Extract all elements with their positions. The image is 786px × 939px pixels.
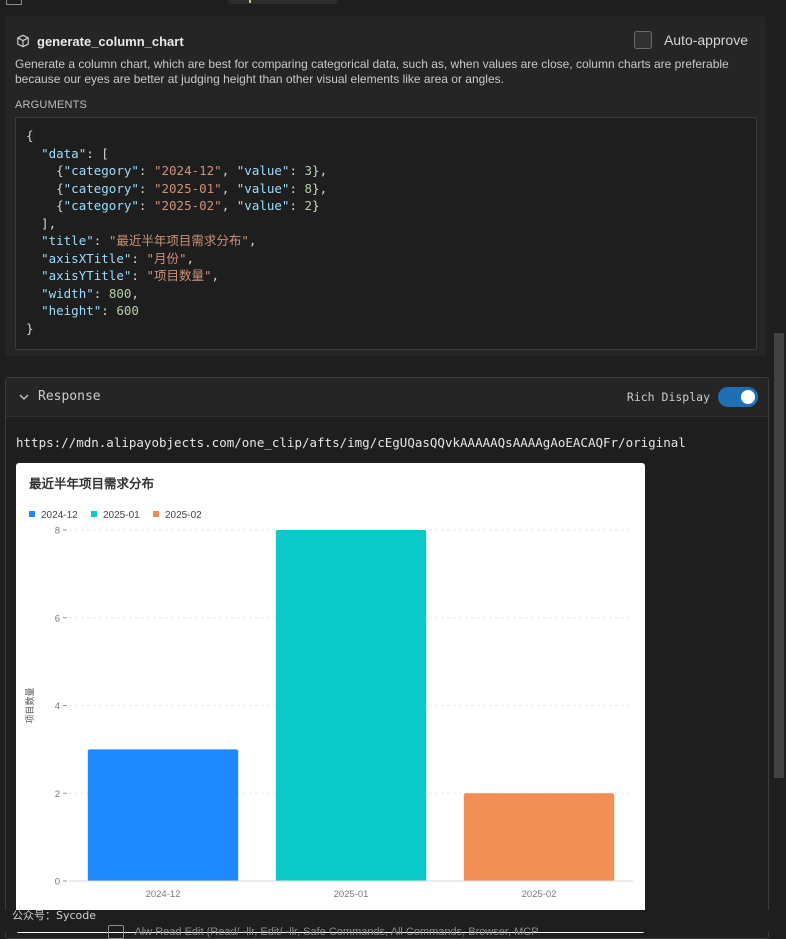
legend-marker [91,511,97,517]
bottom-toolbar-text: Alw Read Edit (Read/ -llr, Edit/ -llr, S… [100,925,539,939]
legend-label: 2024-12 [41,510,78,521]
response-header[interactable]: Response Rich Display [6,378,768,417]
y-tick-label: 8 [55,526,60,537]
legend-marker [29,511,35,517]
arguments-label: ARGUMENTS [15,99,88,111]
y-tick-label: 6 [55,613,60,624]
checkbox-icon[interactable] [108,925,124,939]
chart-image: 最近半年项目需求分布 2024-12 2025-01 2025-02 0 2 4 6 8 项目数量… [16,463,645,933]
arguments-code-block: { "data": [ {"category": "2024-12", "val… [15,117,757,350]
rich-display-label: Rich Display [626,390,710,404]
watermark-text: 公众号：Sycode [12,909,97,922]
y-tick-label: 0 [55,877,60,888]
y-tick-label: 4 [55,701,60,712]
panel-icon [6,0,22,5]
x-tick-label: 2025-02 [522,889,557,900]
bar [463,793,615,881]
rich-display-toggle[interactable] [718,387,758,407]
legend-marker [153,511,159,517]
x-tick-label: 2025-01 [334,889,369,900]
response-title[interactable]: Response [38,389,101,404]
x-tick-label: 2024-12 [146,889,181,900]
tool-name: generate_column_chart [37,33,184,49]
tool-description: Generate a column chart, which are best … [15,57,729,86]
arguments-json: { "data": [ {"category": "2024-12", "val… [26,128,328,336]
scrollbar-track[interactable] [772,0,786,932]
chart-title: 最近半年项目需求分布 [29,476,155,491]
legend-label: 2025-02 [165,510,202,521]
tool-header: generate_column_chart [16,32,184,50]
top-tab-strip [0,0,786,8]
scrollbar-thumb[interactable] [774,333,784,778]
y-axis-title: 项目数量 [24,687,35,723]
legend-label: 2025-01 [103,510,140,521]
cube-icon [17,34,29,48]
input-stub[interactable] [228,0,338,4]
bar [275,530,427,881]
response-card: Response Rich Display https://mdn.alipay… [5,377,769,939]
y-tick-label: 2 [55,789,60,800]
bar [87,749,239,881]
auto-approve-checkbox[interactable] [633,31,652,49]
tool-card: generate_column_chart Auto-approve Gener… [6,16,766,356]
response-url[interactable]: https://mdn.alipayobjects.com/one_clip/a… [16,435,686,450]
column-chart: 最近半年项目需求分布 2024-12 2025-01 2025-02 0 2 4 6 8 项目数量… [24,476,633,900]
chevron-down-icon[interactable] [18,391,30,403]
auto-approve-control[interactable]: Auto-approve [633,31,748,49]
toggle-knob [741,390,755,404]
auto-approve-label[interactable]: Auto-approve [664,32,748,48]
